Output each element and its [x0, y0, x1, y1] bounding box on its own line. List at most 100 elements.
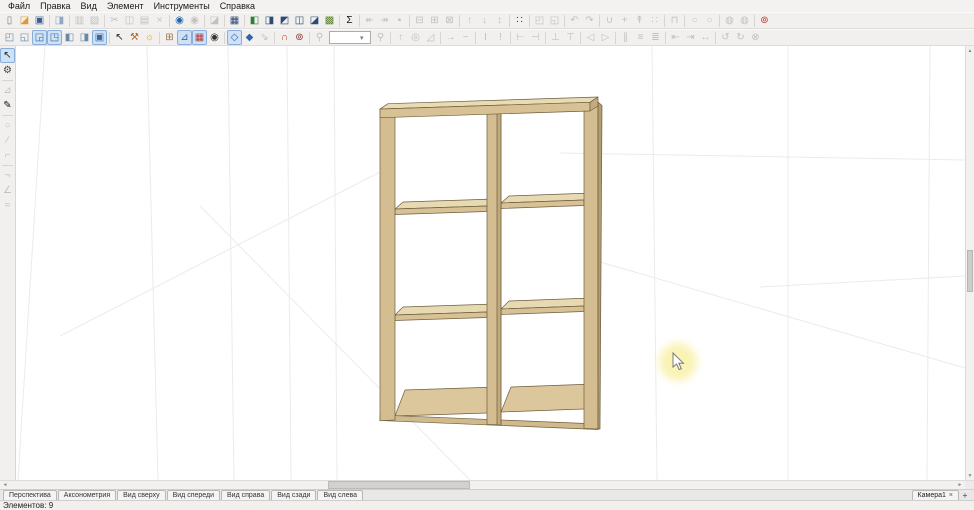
new-document-button[interactable]: ▯ — [2, 13, 17, 28]
trim-tool-button[interactable]: ∕ — [0, 133, 15, 148]
menu-help[interactable]: Справка — [215, 1, 260, 11]
angle-tool-button[interactable]: ∠ — [0, 183, 15, 198]
vertical-scroll-thumb[interactable] — [967, 250, 973, 292]
space-even-button[interactable]: ↔ — [698, 30, 713, 45]
pan-corner-button[interactable]: ◿ — [423, 30, 438, 45]
corner-tool-button[interactable]: ¬ — [0, 168, 15, 183]
measure-tool-button[interactable]: ⊿ — [0, 83, 15, 98]
space-left-button[interactable]: ⇤ — [668, 30, 683, 45]
window-select-button[interactable]: ◨ — [262, 13, 277, 28]
scene-canvas[interactable] — [16, 46, 965, 480]
scroll-right-icon[interactable]: ► — [955, 481, 965, 489]
nav-back-button[interactable]: ↞ — [362, 13, 377, 28]
snap-free-button[interactable]: ⇘ — [257, 30, 272, 45]
open-folder-button[interactable]: ◪ — [17, 13, 32, 28]
nav-stop-button[interactable]: ▪ — [392, 13, 407, 28]
zoom-level-combobox[interactable]: ▾ — [329, 31, 371, 44]
view-tab-right[interactable]: Вид справа — [221, 490, 271, 500]
rotate-c-button[interactable]: ⊗ — [748, 30, 763, 45]
nav-forward-button[interactable]: ↠ — [377, 13, 392, 28]
select-cursor-button[interactable]: ↖ — [112, 30, 127, 45]
display-mode-4-button[interactable]: ◳ — [47, 30, 62, 45]
light-toggle-button[interactable]: ☼ — [142, 30, 157, 45]
distribute-2-button[interactable]: ≡ — [633, 30, 648, 45]
curve-tool-button[interactable]: ∪ — [602, 13, 617, 28]
flip-h-button[interactable]: ◁ — [583, 30, 598, 45]
left-side-panel[interactable] — [379, 108, 396, 422]
contour-tool-button[interactable]: ○ — [0, 118, 15, 133]
shelf-model[interactable] — [379, 96, 603, 430]
view-tab-front[interactable]: Вид спереди — [166, 490, 221, 500]
settings-button[interactable]: ⊚ — [757, 13, 772, 28]
scroll-left-icon[interactable]: ◄ — [0, 481, 10, 489]
snap-move-button[interactable]: ◆ — [242, 30, 257, 45]
report-table-button[interactable]: ▦ — [227, 13, 242, 28]
zoom-area-button[interactable]: ⚲ — [373, 30, 388, 45]
menu-element[interactable]: Элемент — [102, 1, 149, 11]
window-check-button[interactable]: ▩ — [322, 13, 337, 28]
close-icon[interactable]: × — [949, 491, 953, 500]
pan-target-button[interactable]: ◎ — [408, 30, 423, 45]
move-flip-button[interactable]: ↕ — [492, 13, 507, 28]
rotate-right-button[interactable]: ↷ — [582, 13, 597, 28]
snap-grid-button[interactable]: ∷ — [512, 13, 527, 28]
delete-button[interactable]: × — [152, 13, 167, 28]
globe-offline-button[interactable]: ◉ — [187, 13, 202, 28]
mirror-a-button[interactable]: ◍ — [722, 13, 737, 28]
paint-material-button[interactable]: ⚒ — [127, 30, 142, 45]
menu-view[interactable]: Вид — [76, 1, 102, 11]
zoom-level-input[interactable] — [330, 32, 360, 43]
vertical-scrollbar[interactable]: ▲ ▼ — [965, 46, 974, 480]
scroll-down-icon[interactable]: ▼ — [966, 471, 974, 480]
chevron-down-icon[interactable]: ▾ — [360, 34, 364, 42]
snap-nodes-button[interactable]: ◇ — [227, 30, 242, 45]
visibility-eye-button[interactable]: ◉ — [207, 30, 222, 45]
view-tab-axonometry[interactable]: Аксонометрия — [57, 490, 117, 500]
view-tab-left[interactable]: Вид слева — [317, 490, 364, 500]
view-tab-perspective[interactable]: Перспектива — [3, 490, 57, 500]
scroll-up-icon[interactable]: ▲ — [966, 46, 974, 55]
align-center-button[interactable]: ⊠ — [442, 13, 457, 28]
menu-file[interactable]: Файл — [3, 1, 35, 11]
wave-tool-button[interactable]: ≈ — [0, 198, 15, 213]
align-vertical-button[interactable]: ⊞ — [427, 13, 442, 28]
sum-sigma-button[interactable]: Σ — [342, 13, 357, 28]
align-floor-button[interactable]: ⊥ — [548, 30, 563, 45]
display-mode-3-button[interactable]: ◲ — [32, 30, 47, 45]
import-model-button[interactable]: ◨ — [52, 13, 67, 28]
fit-right-button[interactable]: ⊣ — [528, 30, 543, 45]
ellipse-a-button[interactable]: ○ — [687, 13, 702, 28]
window-wide-button[interactable]: ◫ — [292, 13, 307, 28]
grid-red-button[interactable]: ▦ — [192, 30, 207, 45]
distribute-3-button[interactable]: ≣ — [648, 30, 663, 45]
cut-button[interactable]: ✂ — [107, 13, 122, 28]
group-objects-button[interactable]: ◰ — [532, 13, 547, 28]
save-button[interactable]: ▣ — [32, 13, 47, 28]
add-view-button[interactable]: + — [959, 491, 971, 500]
rotate-b-button[interactable]: ↻ — [733, 30, 748, 45]
properties-panel-button[interactable]: ⊓ — [667, 13, 682, 28]
flip-v-button[interactable]: ▷ — [598, 30, 613, 45]
edit-params-button[interactable]: ⚙ — [0, 63, 15, 78]
window-up-button[interactable]: ◪ — [307, 13, 322, 28]
horizontal-scrollbar[interactable]: ◄ ► — [0, 480, 974, 489]
align-ceiling-button[interactable]: ⊤ — [563, 30, 578, 45]
fit-left-button[interactable]: ⊢ — [513, 30, 528, 45]
select-tool-button[interactable]: ↖ — [0, 48, 15, 63]
horizontal-scroll-thumb[interactable] — [328, 481, 470, 489]
display-mode-2-button[interactable]: ◱ — [17, 30, 32, 45]
scale-object-button[interactable]: ∷ — [647, 13, 662, 28]
display-mode-7-button[interactable]: ▣ — [92, 30, 107, 45]
orbit-ring-button[interactable]: ⊚ — [292, 30, 307, 45]
ungroup-button[interactable]: ◱ — [547, 13, 562, 28]
print-button[interactable]: ▥ — [72, 13, 87, 28]
right-side-cap[interactable] — [597, 101, 603, 430]
fillet-tool-button[interactable]: ⌐ — [0, 148, 15, 163]
dash-line-button[interactable]: − — [458, 30, 473, 45]
distribute-1-button[interactable]: ∥ — [618, 30, 633, 45]
ellipse-b-button[interactable]: ○ — [702, 13, 717, 28]
menu-tools[interactable]: Инструменты — [149, 1, 215, 11]
draw-pencil-button[interactable]: ✎ — [0, 98, 15, 113]
shared-folder-button[interactable]: ◪ — [207, 13, 222, 28]
display-mode-1-button[interactable]: ◰ — [2, 30, 17, 45]
